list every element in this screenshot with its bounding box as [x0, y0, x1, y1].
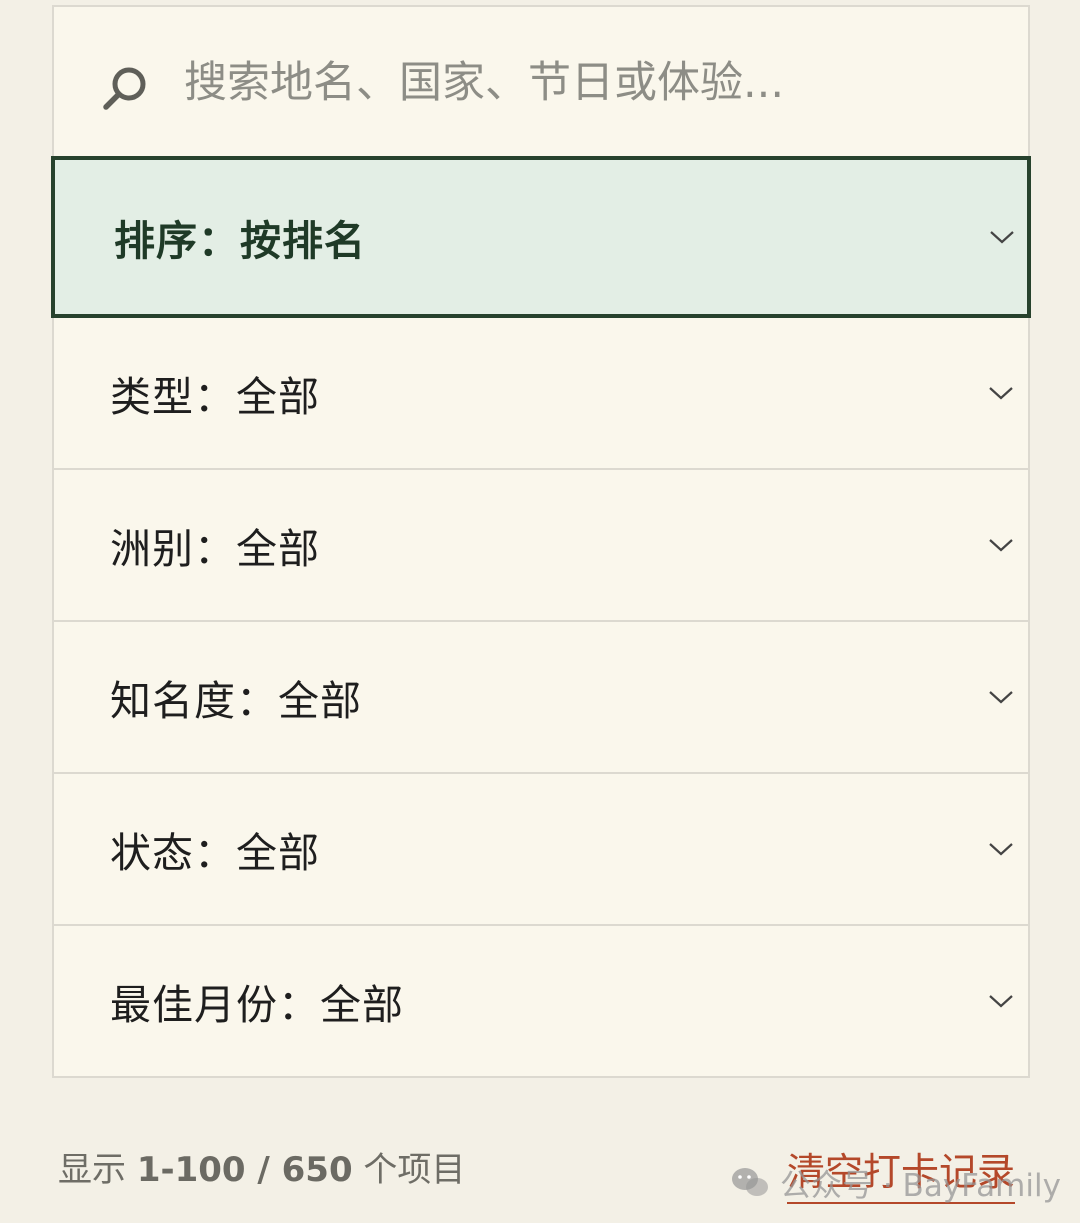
chevron-down-icon [989, 691, 1013, 704]
results-count-suffix: 个项目 [352, 1150, 466, 1190]
best-month-label: 最佳月份：全部 [110, 981, 404, 1029]
continent-label: 洲别：全部 [110, 525, 320, 573]
popularity-select[interactable]: 知名度：全部 [54, 622, 1028, 774]
results-count: 显示 1-100 / 650 个项目 [58, 1142, 465, 1191]
status-select[interactable]: 状态：全部 [54, 774, 1028, 926]
chevron-down-icon [989, 387, 1013, 400]
chevron-down-icon [989, 539, 1013, 552]
watermark-text: 公众号 · BayFamily [780, 1168, 1061, 1204]
best-month-select[interactable]: 最佳月份：全部 [54, 926, 1028, 1076]
type-select[interactable]: 类型：全部 [54, 318, 1028, 470]
search-icon [103, 67, 146, 110]
chevron-down-icon [989, 995, 1013, 1008]
search-bar [54, 7, 1028, 160]
continent-select[interactable]: 洲别：全部 [54, 470, 1028, 622]
type-label: 类型：全部 [110, 373, 320, 421]
chevron-down-icon [990, 231, 1014, 244]
sort-select[interactable]: 排序：按排名 [51, 156, 1031, 318]
popularity-label: 知名度：全部 [110, 677, 362, 725]
results-count-prefix: 显示 [58, 1150, 137, 1190]
sort-label: 排序：按排名 [114, 217, 366, 265]
results-count-range: 1-100 / 650 [136, 1150, 353, 1190]
search-input[interactable] [184, 47, 964, 119]
watermark: 公众号 · BayFamily [730, 1160, 1061, 1205]
status-label: 状态：全部 [110, 829, 320, 877]
filter-panel: 排序：按排名 类型：全部 洲别：全部 知名度：全部 状态：全部 最佳月份：全部 [51, 5, 1031, 1078]
wechat-icon [732, 1167, 768, 1196]
chevron-down-icon [989, 843, 1013, 856]
